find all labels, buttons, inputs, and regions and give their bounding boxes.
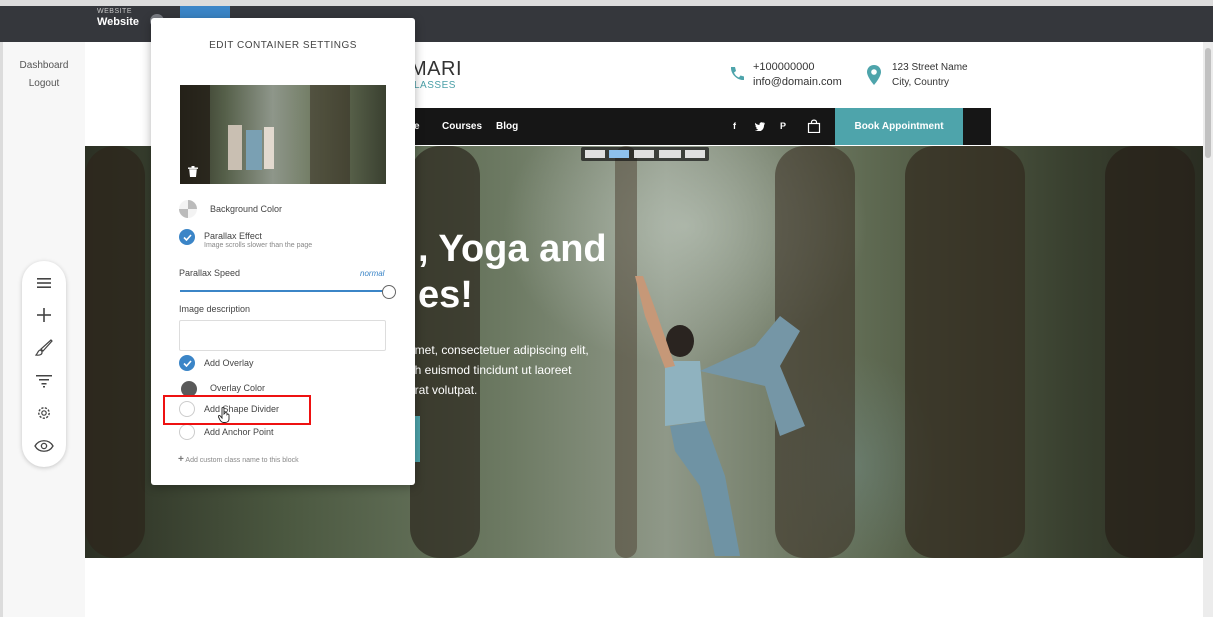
add-anchor-point-checkbox[interactable] [179, 424, 195, 440]
layout-option-1col[interactable] [585, 150, 605, 158]
add-overlay-checkbox[interactable] [179, 355, 195, 371]
parallax-speed-label: Parallax Speed [179, 268, 241, 278]
website-section-label[interactable]: WEBSITE Website [97, 8, 139, 28]
yoga-figure-image [635, 276, 805, 556]
add-overlay-label: Add Overlay [204, 358, 254, 368]
tree-trunk [1105, 146, 1195, 558]
tree-trunk [905, 146, 1025, 558]
nav-link-blog[interactable]: Blog [496, 121, 518, 132]
section-title: Website [97, 16, 139, 28]
hero-paragraph: amet, consectetuer adipiscing elit, bh e… [408, 340, 608, 400]
parallax-effect-description: Image scrolls slower than the page [204, 242, 313, 249]
layout-option-4col[interactable] [659, 150, 681, 158]
layout-option-2col[interactable] [609, 150, 629, 158]
hero-text-line-1: amet, consectetuer adipiscing elit, [408, 343, 589, 357]
email-address: info@domain.com [753, 76, 842, 88]
hero-text-line-2: bh euismod tincidunt ut laoreet [408, 363, 572, 377]
hand-cursor-icon [218, 407, 230, 423]
check-icon [182, 233, 192, 241]
location-pin-icon [867, 65, 881, 85]
phone-icon [730, 67, 744, 81]
hero-heading-line-1: , Yoga and [418, 228, 607, 270]
add-anchor-point-label: Add Anchor Point [204, 427, 274, 437]
hero-heading: , Yoga and es! [418, 226, 607, 318]
hero-heading-line-2: es! [418, 274, 473, 316]
nav-link-courses[interactable]: Courses [442, 121, 482, 132]
check-icon [182, 359, 192, 367]
address-line-2: City, Country [892, 77, 950, 88]
menu-icon[interactable] [34, 273, 54, 293]
nav-logout-link[interactable]: Logout [0, 78, 88, 89]
gear-icon[interactable] [34, 403, 54, 423]
tree-trunk [85, 146, 145, 558]
overlay-color-label: Overlay Color [210, 383, 266, 393]
trash-icon[interactable] [188, 166, 198, 177]
background-color-label: Background Color [210, 204, 283, 214]
eye-icon[interactable] [34, 436, 54, 456]
layout-option-3col[interactable] [634, 150, 654, 158]
image-description-input[interactable] [179, 320, 386, 351]
add-custom-class-label: Add custom class name to this block [185, 457, 299, 464]
facebook-icon[interactable]: f [733, 121, 736, 131]
twitter-icon[interactable] [755, 122, 765, 131]
image-description-label: Image description [179, 304, 251, 314]
layout-option-5col[interactable] [685, 150, 705, 158]
filter-icon[interactable] [34, 371, 54, 391]
book-appointment-button[interactable]: Book Appointment [835, 108, 963, 145]
add-custom-class-link[interactable]: + Add custom class name to this block [178, 454, 299, 465]
nav-dashboard-link[interactable]: Dashboard [0, 60, 88, 71]
shopping-bag-icon[interactable] [807, 119, 821, 133]
section-small-label: WEBSITE [97, 8, 133, 15]
parallax-speed-value: normal [360, 269, 385, 278]
site-logo-subtitle: LASSES [414, 80, 456, 91]
parallax-checkbox[interactable] [179, 229, 195, 245]
address-line-1: 123 Street Name [892, 62, 968, 73]
brush-icon[interactable] [34, 338, 54, 358]
pinterest-icon[interactable]: P [780, 121, 786, 131]
background-image-thumbnail[interactable] [180, 85, 386, 184]
plus-icon[interactable] [34, 305, 54, 325]
site-logo-name[interactable]: MARI [410, 58, 462, 81]
background-color-swatch[interactable] [179, 200, 197, 218]
panel-title: EDIT CONTAINER SETTINGS [209, 40, 357, 51]
column-layout-picker[interactable] [581, 147, 709, 161]
plus-icon: + [178, 454, 184, 465]
parallax-speed-slider[interactable] [180, 290, 386, 292]
highlight-box [163, 395, 311, 425]
parallax-effect-label: Parallax Effect [204, 231, 262, 241]
phone-number: +100000000 [753, 61, 815, 73]
scrollbar-thumb[interactable] [1205, 48, 1211, 158]
hero-text-line-3: erat volutpat. [408, 383, 478, 397]
editor-toolbox [22, 261, 66, 467]
slider-handle[interactable] [382, 285, 396, 299]
